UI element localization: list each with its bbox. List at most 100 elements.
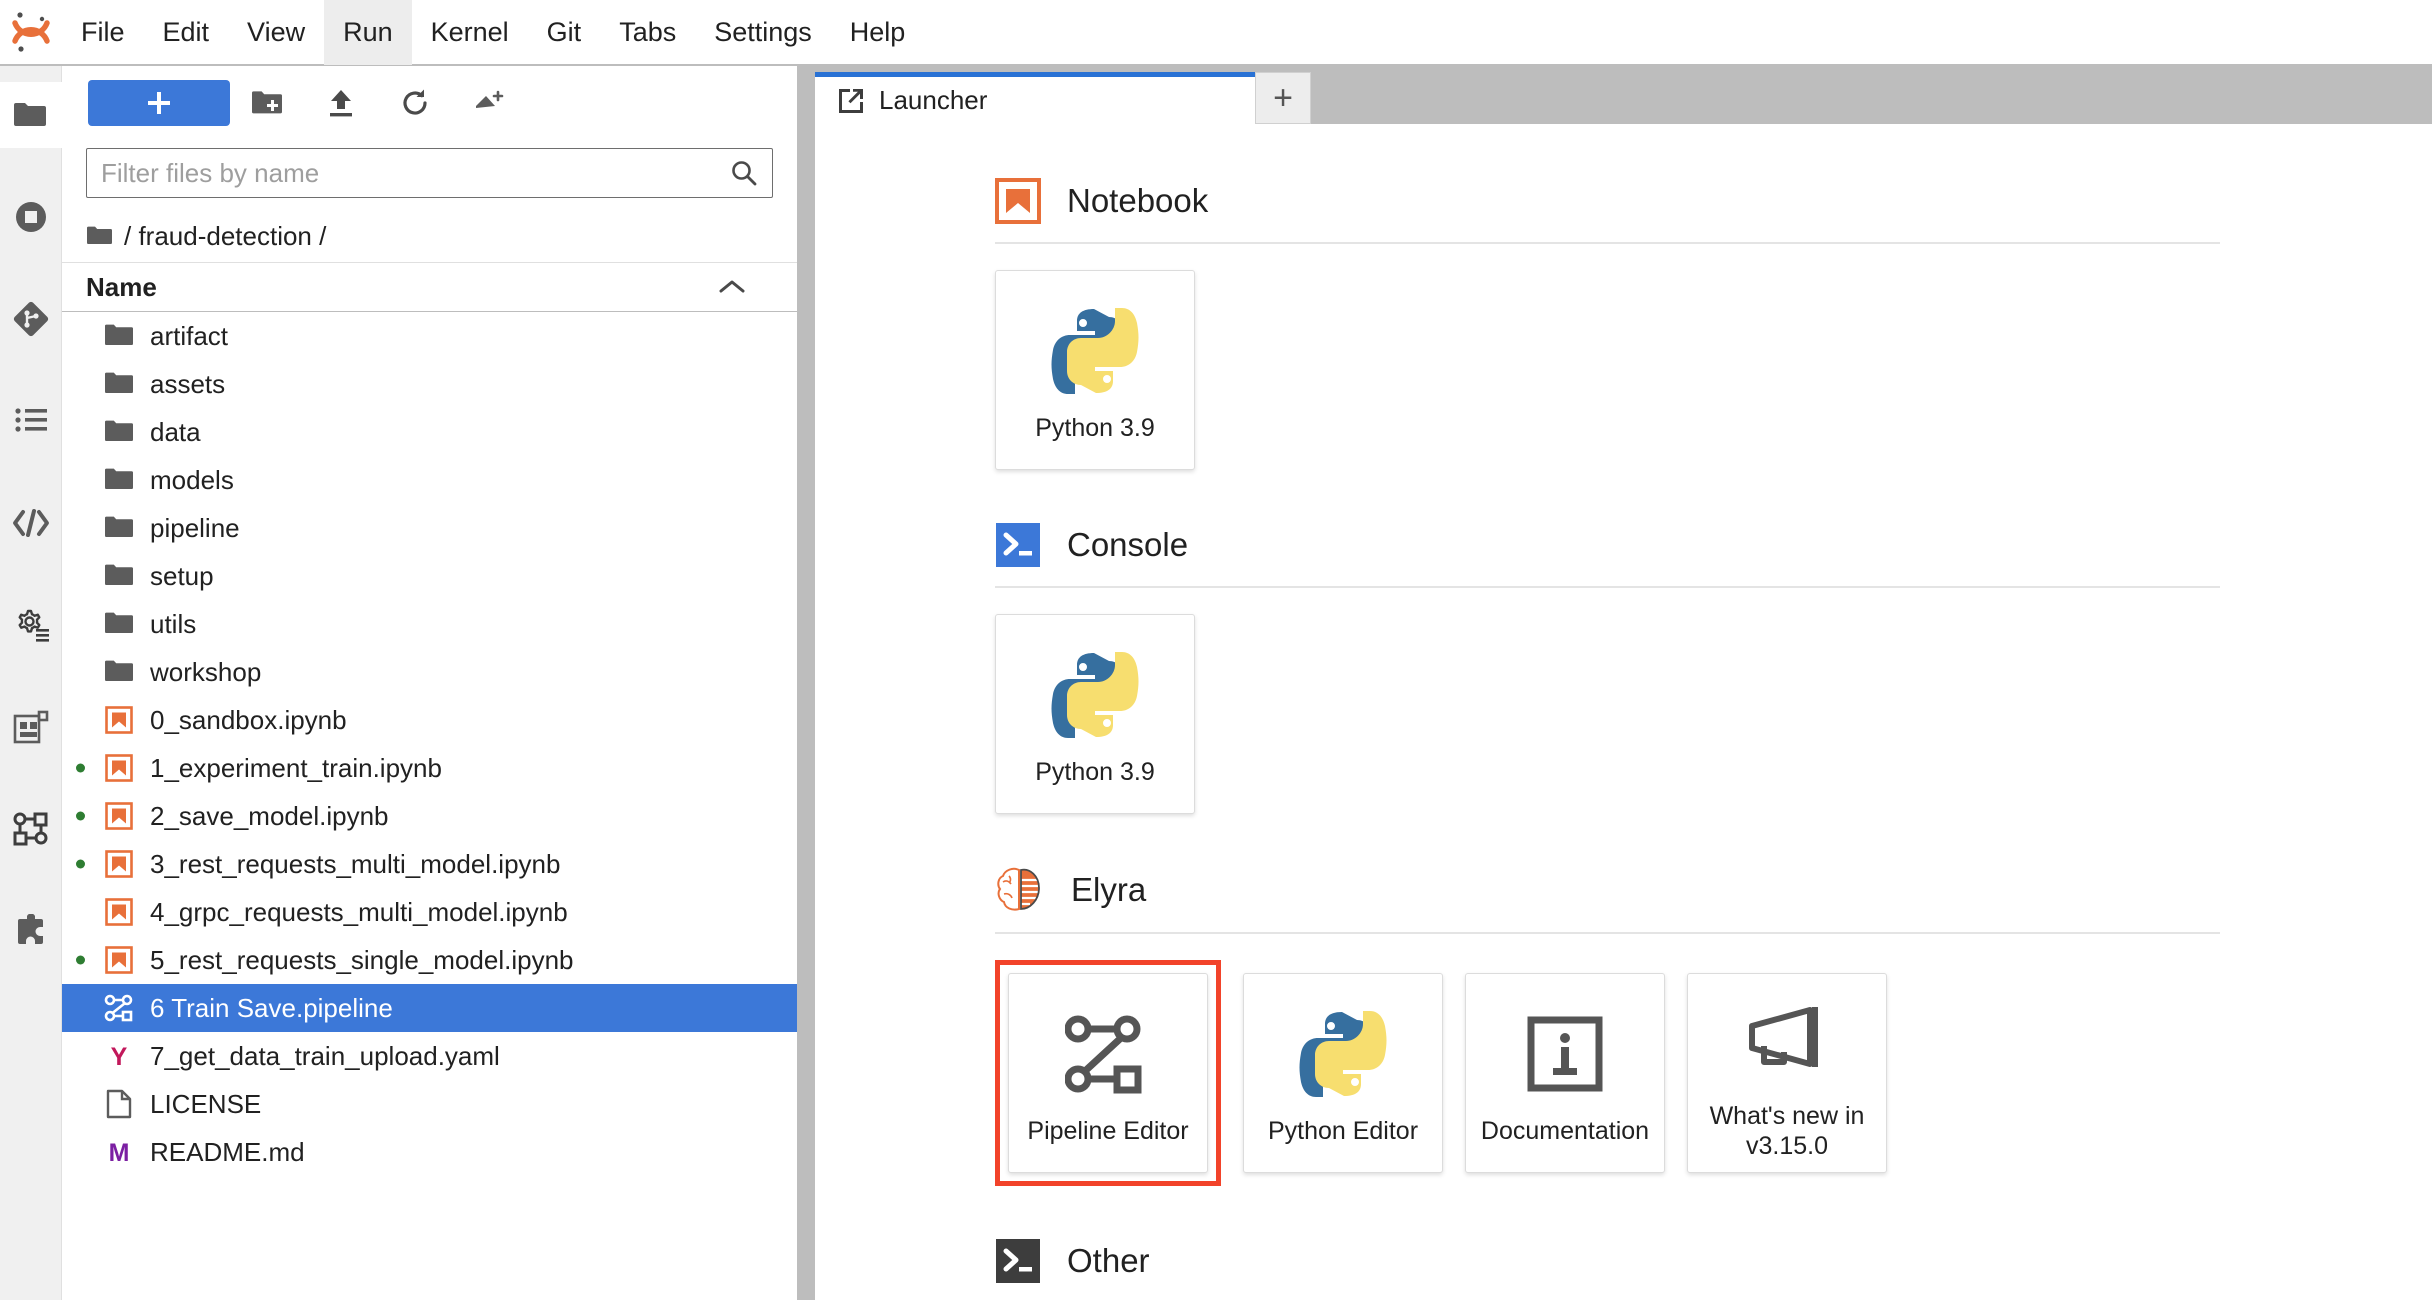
search-input[interactable] xyxy=(101,157,730,189)
svg-text:Y: Y xyxy=(111,1043,128,1070)
notebook-icon xyxy=(105,946,133,974)
menu-file[interactable]: File xyxy=(62,0,144,65)
file-list-item[interactable]: 3_rest_requests_multi_model.ipynb xyxy=(62,840,797,888)
sidebar-item-runtimes[interactable] xyxy=(0,592,62,658)
markdown-icon: M xyxy=(109,1139,130,1166)
file-list-item[interactable]: workshop xyxy=(62,648,797,696)
tab-bar: Launcher + xyxy=(799,66,2432,124)
file-icon xyxy=(106,1089,132,1119)
search-input-wrapper[interactable] xyxy=(86,148,773,198)
file-type-icon: Y xyxy=(102,1039,136,1073)
notebook-icon xyxy=(105,850,133,878)
file-name-label: README.md xyxy=(150,1136,305,1167)
column-header-name[interactable]: Name xyxy=(62,262,797,312)
tab-launcher[interactable]: Launcher xyxy=(815,72,1255,124)
launcher-card-notebook-python39[interactable]: Python 3.9 xyxy=(995,270,1195,470)
breadcrumb[interactable]: / fraud-detection / xyxy=(62,210,797,262)
card-label: Python 3.9 xyxy=(1035,414,1155,442)
main-area: Launcher + Notebook Python 3.9 Console P… xyxy=(799,66,2432,1300)
file-list-item[interactable]: utils xyxy=(62,600,797,648)
python-logo xyxy=(1045,297,1145,405)
file-name-label: 3_rest_requests_multi_model.ipynb xyxy=(150,848,561,879)
menu-git[interactable]: Git xyxy=(528,0,601,65)
card-label: Python 3.9 xyxy=(1035,758,1155,786)
file-list-item[interactable]: models xyxy=(62,456,797,504)
python-logo xyxy=(1045,641,1145,749)
file-list-item[interactable]: M README.md xyxy=(62,1128,797,1176)
notebook-icon xyxy=(105,754,133,782)
upload-button[interactable] xyxy=(304,80,378,126)
new-pipeline-button[interactable] xyxy=(452,80,526,126)
file-type-icon xyxy=(102,607,136,641)
card-label: Documentation xyxy=(1480,1117,1650,1145)
activity-bar xyxy=(0,66,62,1300)
file-list-item[interactable]: data xyxy=(62,408,797,456)
file-name-label: utils xyxy=(150,608,197,639)
file-list-item[interactable]: 4_grpc_requests_multi_model.ipynb xyxy=(62,888,797,936)
file-list-item[interactable]: 0_sandbox.ipynb xyxy=(62,696,797,744)
folder-icon xyxy=(87,226,112,244)
terminal-icon xyxy=(996,1239,1040,1283)
new-tab-button[interactable]: + xyxy=(1255,72,1311,124)
file-list-item[interactable]: 6 Train Save.pipeline xyxy=(62,984,797,1032)
sidebar-item-table-of-contents[interactable] xyxy=(0,388,62,454)
file-name-label: data xyxy=(150,416,201,447)
menu-run[interactable]: Run xyxy=(324,0,412,65)
menu-tabs[interactable]: Tabs xyxy=(600,0,695,65)
folder-icon xyxy=(105,612,133,633)
new-folder-button[interactable] xyxy=(230,80,304,126)
file-type-icon xyxy=(102,511,136,545)
launcher-card-pipeline-editor[interactable]: Pipeline Editor xyxy=(1008,973,1208,1173)
running-indicator-dot xyxy=(76,811,85,821)
sidebar-item-pipeline-nodes[interactable] xyxy=(0,796,62,862)
svg-text:M: M xyxy=(109,1139,130,1166)
file-list-item[interactable]: 1_experiment_train.ipynb xyxy=(62,744,797,792)
sidebar-item-file-browser[interactable] xyxy=(0,82,62,148)
launcher-card-python-editor[interactable]: Python Editor xyxy=(1243,973,1443,1173)
file-list-item[interactable]: artifact xyxy=(62,312,797,360)
new-pipeline-icon xyxy=(476,90,504,108)
sidebar-item-code-snippets[interactable] xyxy=(0,490,62,556)
refresh-button[interactable] xyxy=(378,80,452,126)
sidebar-item-git[interactable] xyxy=(0,286,62,352)
folder-icon xyxy=(105,516,133,537)
menu-edit[interactable]: Edit xyxy=(144,0,229,65)
file-list-item[interactable]: pipeline xyxy=(62,504,797,552)
launcher-section-console: Console Python 3.9 xyxy=(995,522,2432,814)
launcher-section-elyra: Elyra Pipeline Editor Python Editor Docu… xyxy=(995,866,2432,1186)
sidebar-item-running-sessions[interactable] xyxy=(0,184,62,250)
sidebar-item-component-catalogs[interactable] xyxy=(0,694,62,760)
menu-help[interactable]: Help xyxy=(831,0,925,65)
notebook-icon xyxy=(995,178,1041,224)
file-list-item[interactable]: assets xyxy=(62,360,797,408)
file-name-label: 0_sandbox.ipynb xyxy=(150,704,347,735)
launcher-card-whats-new[interactable]: What's new in v3.15.0 xyxy=(1687,973,1887,1173)
file-list-item[interactable]: setup xyxy=(62,552,797,600)
new-launcher-button[interactable] xyxy=(88,80,230,126)
menu-settings[interactable]: Settings xyxy=(695,0,831,65)
folder-icon xyxy=(105,324,133,345)
file-type-icon xyxy=(102,751,136,785)
file-name-label: LICENSE xyxy=(150,1088,262,1119)
file-type-icon xyxy=(102,943,136,977)
file-list-item[interactable]: 5_rest_requests_single_model.ipynb xyxy=(62,936,797,984)
card-label: What's new in v3.15.0 xyxy=(1709,1102,1865,1160)
file-list-item[interactable]: LICENSE xyxy=(62,1080,797,1128)
file-list-item[interactable]: Y 7_get_data_train_upload.yaml xyxy=(62,1032,797,1080)
file-list-item[interactable]: 2_save_model.ipynb xyxy=(62,792,797,840)
sidebar-item-extension-manager[interactable] xyxy=(0,898,62,964)
file-name-label: artifact xyxy=(150,320,229,351)
folder-icon xyxy=(105,660,133,681)
file-name-label: setup xyxy=(150,560,214,591)
launcher-card-console-python39[interactable]: Python 3.9 xyxy=(995,614,1195,814)
menu-kernel[interactable]: Kernel xyxy=(412,0,528,65)
folder-icon xyxy=(105,372,133,393)
launcher-card-documentation[interactable]: Documentation xyxy=(1465,973,1665,1173)
megaphone-icon xyxy=(1744,985,1830,1093)
plus-icon xyxy=(148,92,170,114)
menu-view[interactable]: View xyxy=(228,0,324,65)
file-type-icon xyxy=(102,463,136,497)
search-icon[interactable] xyxy=(730,159,758,187)
running-indicator-dot xyxy=(76,955,85,965)
folder-icon xyxy=(105,420,133,441)
